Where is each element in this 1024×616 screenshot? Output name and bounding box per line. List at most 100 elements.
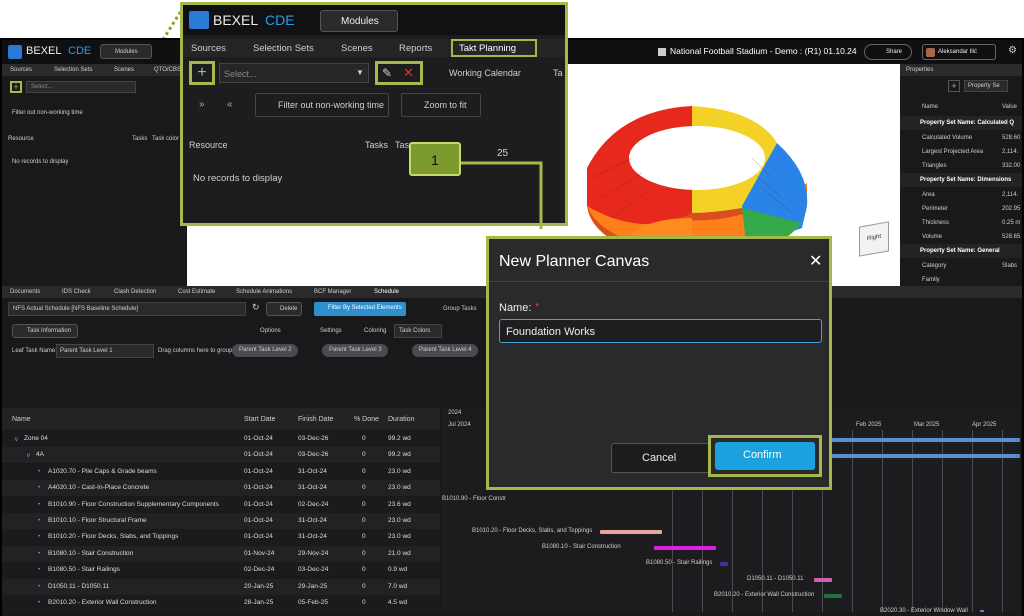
- properties-title: Properties: [906, 67, 934, 73]
- options-menu[interactable]: Options: [260, 328, 281, 334]
- summary-bar[interactable]: [832, 438, 1020, 442]
- prop-section-header[interactable]: Property Set Name: Calculated Q: [900, 116, 1022, 130]
- working-calendar-button[interactable]: Working Calendar: [449, 68, 521, 78]
- bottom-tab-4[interactable]: Schedule Animations: [236, 289, 292, 295]
- table-row[interactable]: • B1080.10 - Stair Construction 01-Nov-24 2…: [2, 545, 440, 562]
- bottom-tab-3[interactable]: Cost Estimate: [178, 289, 215, 295]
- bottom-tab-6[interactable]: Schedule: [374, 289, 399, 295]
- gantt-task-label: B1010.90 - Floor Constr: [442, 496, 507, 502]
- gantt-task-bar[interactable]: [720, 562, 728, 566]
- table-row[interactable]: • B1010.90 - Floor Construction Supplemen…: [2, 496, 440, 513]
- col-start[interactable]: Start Date: [244, 416, 276, 423]
- task-information-button[interactable]: Task Information: [12, 324, 78, 338]
- group-chip-level-2[interactable]: Parent Task Level 2: [232, 344, 298, 357]
- modules-button-large[interactable]: Modules: [320, 10, 398, 32]
- bottom-tab-2[interactable]: Clash Detection: [114, 289, 156, 295]
- tab-sources[interactable]: Sources: [191, 43, 226, 54]
- step-callout-badge: 1: [409, 142, 461, 176]
- prop-section-header[interactable]: Property Set Name: General: [900, 244, 1022, 258]
- gantt-task-label: B2010.20 - Exterior Wall Construction: [714, 592, 815, 598]
- table-row[interactable]: ∨ Zone 04 01-Oct-24 03-Dec-26 0 99.2 wd: [2, 431, 440, 447]
- table-row[interactable]: • A1020.70 - Pile Caps & Grade beams 01-Oc…: [2, 463, 440, 480]
- tab-qto-small[interactable]: QTO/CBS: [154, 67, 181, 73]
- resource-column: Resource: [189, 140, 228, 150]
- tab-selection-sets-small[interactable]: Selection Sets: [54, 67, 92, 73]
- pencil-icon[interactable]: ✎: [382, 66, 392, 80]
- prop-row: Thickness 0.25 m: [922, 220, 1021, 226]
- tab-takt-planning[interactable]: Takt Planning: [451, 39, 537, 57]
- settings-menu[interactable]: Settings: [320, 328, 342, 334]
- canvas-select[interactable]: Select... ▼: [219, 63, 369, 83]
- prop-row: Volume 528.65: [922, 234, 1021, 240]
- confirm-button[interactable]: Confirm: [715, 442, 815, 470]
- user-menu[interactable]: Aleksandar Ilić: [922, 44, 996, 60]
- tab-reports[interactable]: Reports: [399, 43, 432, 54]
- select-small[interactable]: Select...: [26, 81, 136, 93]
- delete-button[interactable]: Delete: [266, 302, 302, 316]
- resource-col-small: Resource: [8, 136, 34, 142]
- property-set-select[interactable]: Property Se: [964, 80, 1008, 92]
- close-icon[interactable]: ✕: [403, 65, 414, 81]
- table-row[interactable]: • B1080.50 - Stair Railings 02-Dec-24 03-De…: [2, 562, 440, 579]
- task-colors-select[interactable]: Task Colors: [394, 324, 442, 338]
- col-done[interactable]: % Done: [354, 416, 379, 423]
- prop-row: Category Slabs: [922, 263, 1018, 269]
- no-records-message: No records to display: [193, 173, 283, 184]
- add-small-button[interactable]: +: [10, 81, 22, 93]
- truncated-tab-label: Ta: [553, 68, 563, 78]
- confirm-highlight: Confirm: [708, 435, 822, 477]
- tab-scenes[interactable]: Scenes: [341, 43, 373, 54]
- table-row[interactable]: • B1010.10 - Floor Structural Frame 01-Oct…: [2, 513, 440, 529]
- refresh-icon[interactable]: ↻: [252, 302, 260, 313]
- tab-scenes-small[interactable]: Scenes: [114, 67, 134, 73]
- gantt-task-label: B1080.10 - Stair Construction: [542, 544, 621, 550]
- group-tasks-label[interactable]: Group Tasks: [443, 306, 477, 312]
- filter-nonworking-small[interactable]: Filter out non-working time: [12, 110, 83, 116]
- table-row[interactable]: ∨ 4A 01-Oct-24 03-Dec-26 0 99.2 wd: [2, 447, 440, 464]
- zoom-to-fit-button[interactable]: Zoom to fit: [401, 93, 481, 117]
- drag-hint: Drag columns here to group: [158, 348, 233, 354]
- gantt-task-bar[interactable]: [980, 610, 984, 612]
- gantt-month: Jul 2024: [448, 422, 471, 428]
- group-chip-level-4[interactable]: Parent Task Level 4: [412, 344, 478, 357]
- summary-bar[interactable]: [832, 454, 1020, 458]
- prop-section-header[interactable]: Property Set Name: Dimensions: [900, 173, 1022, 187]
- modules-button[interactable]: Modules: [100, 44, 152, 59]
- table-row[interactable]: • A4020.10 - Cast-In-Place Concrete 01-Oct…: [2, 480, 440, 497]
- col-duration[interactable]: Duration: [388, 416, 414, 423]
- filter-selected-button[interactable]: Filter By Selected Elements: [314, 302, 406, 316]
- cancel-button[interactable]: Cancel: [611, 443, 711, 473]
- dialog-close-icon[interactable]: ✕: [809, 251, 822, 271]
- prop-row: Triangles 332.00: [922, 163, 1021, 169]
- col-finish[interactable]: Finish Date: [298, 416, 333, 423]
- prop-row: Calculated Volume 528.60: [922, 135, 1021, 141]
- col-name[interactable]: Name: [12, 416, 31, 423]
- tab-selection-sets[interactable]: Selection Sets: [253, 43, 314, 54]
- add-canvas-button[interactable]: +: [189, 61, 215, 85]
- properties-panel: Properties + Property Se Name Value Prop…: [900, 64, 1022, 286]
- gantt-task-bar[interactable]: [814, 578, 832, 582]
- bottom-tab-5[interactable]: BCF Manager: [314, 289, 351, 295]
- filter-nonworking-button[interactable]: Filter out non-working time: [255, 93, 389, 117]
- schedule-select[interactable]: NFS Actual Schedule [NFS Baseline Schedu…: [8, 302, 246, 316]
- leaf-task-select[interactable]: Parent Task Level 1: [56, 344, 154, 358]
- tab-sources-small[interactable]: Sources: [10, 67, 32, 73]
- expand-icon[interactable]: «: [227, 99, 239, 111]
- gantt-task-bar[interactable]: [600, 530, 662, 534]
- bottom-tab-0[interactable]: Documents: [10, 289, 40, 295]
- add-property-button[interactable]: +: [948, 80, 960, 92]
- gantt-task-bar[interactable]: [654, 546, 716, 550]
- prop-row: Family: [922, 277, 940, 283]
- table-row[interactable]: • D1050.11 - D1050.11 20-Jan-25 29-Jan-25 0 7…: [2, 578, 440, 595]
- group-chip-level-3[interactable]: Parent Task Level 3: [322, 344, 388, 357]
- table-row[interactable]: • B2010.20 - Exterior Wall Construction 28…: [2, 595, 440, 611]
- bottom-tab-1[interactable]: IDS Check: [62, 289, 91, 295]
- view-cube[interactable]: Right: [859, 221, 889, 257]
- collapse-icon[interactable]: »: [199, 99, 211, 111]
- table-row[interactable]: • B1010.20 - Floor Decks, Slabs, and Topp…: [2, 529, 440, 546]
- zoomed-inset: BEXEL CDE Modules Sources Selection Sets…: [180, 2, 568, 229]
- share-button[interactable]: Share: [864, 44, 912, 60]
- gear-icon[interactable]: ⚙: [1008, 45, 1017, 56]
- gantt-task-bar[interactable]: [824, 594, 842, 598]
- name-input[interactable]: Foundation Works: [499, 319, 822, 343]
